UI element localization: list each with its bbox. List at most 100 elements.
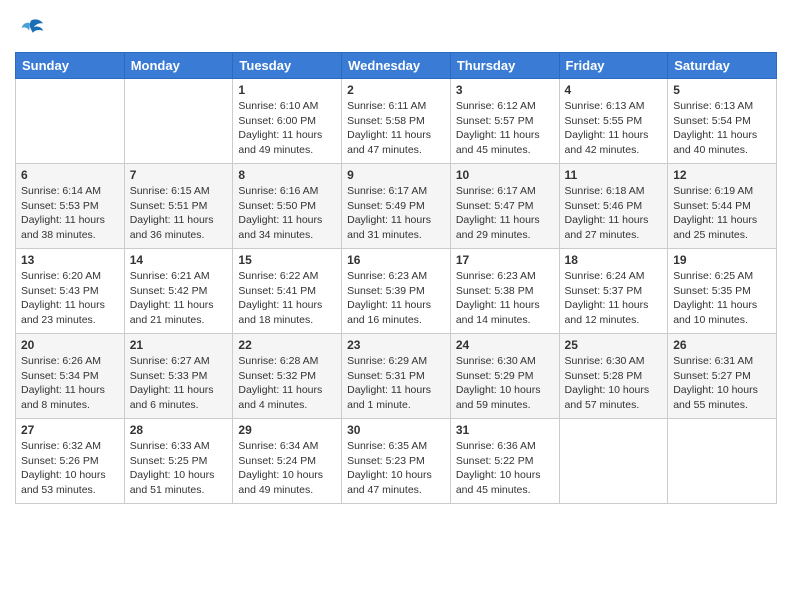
daylight-text: Daylight: 11 hours and 25 minutes. [673,214,757,241]
daylight-text: Daylight: 11 hours and 12 minutes. [565,299,649,326]
cell-content: Sunrise: 6:28 AM Sunset: 5:32 PM Dayligh… [238,354,336,413]
day-number: 11 [565,168,663,182]
calendar-cell: 3 Sunrise: 6:12 AM Sunset: 5:57 PM Dayli… [450,79,559,164]
sunset-text: Sunset: 5:38 PM [456,285,534,297]
daylight-text: Daylight: 11 hours and 29 minutes. [456,214,540,241]
cell-content: Sunrise: 6:10 AM Sunset: 6:00 PM Dayligh… [238,99,336,158]
calendar-cell: 21 Sunrise: 6:27 AM Sunset: 5:33 PM Dayl… [124,334,233,419]
cell-content: Sunrise: 6:17 AM Sunset: 5:47 PM Dayligh… [456,184,554,243]
day-number: 5 [673,83,771,97]
sunrise-text: Sunrise: 6:12 AM [456,100,536,112]
daylight-text: Daylight: 11 hours and 49 minutes. [238,129,322,156]
sunset-text: Sunset: 5:53 PM [21,200,99,212]
calendar-cell: 19 Sunrise: 6:25 AM Sunset: 5:35 PM Dayl… [668,249,777,334]
sunrise-text: Sunrise: 6:10 AM [238,100,318,112]
cell-content: Sunrise: 6:35 AM Sunset: 5:23 PM Dayligh… [347,439,445,498]
sunrise-text: Sunrise: 6:30 AM [456,355,536,367]
sunrise-text: Sunrise: 6:22 AM [238,270,318,282]
sunrise-text: Sunrise: 6:17 AM [347,185,427,197]
calendar-day-header: Friday [559,53,668,79]
daylight-text: Daylight: 11 hours and 34 minutes. [238,214,322,241]
daylight-text: Daylight: 10 hours and 45 minutes. [456,469,541,496]
cell-content: Sunrise: 6:11 AM Sunset: 5:58 PM Dayligh… [347,99,445,158]
sunrise-text: Sunrise: 6:30 AM [565,355,645,367]
calendar-week-row: 13 Sunrise: 6:20 AM Sunset: 5:43 PM Dayl… [16,249,777,334]
daylight-text: Daylight: 11 hours and 23 minutes. [21,299,105,326]
sunrise-text: Sunrise: 6:28 AM [238,355,318,367]
daylight-text: Daylight: 11 hours and 4 minutes. [238,384,322,411]
sunset-text: Sunset: 5:24 PM [238,455,316,467]
cell-content: Sunrise: 6:33 AM Sunset: 5:25 PM Dayligh… [130,439,228,498]
calendar-day-header: Wednesday [342,53,451,79]
cell-content: Sunrise: 6:12 AM Sunset: 5:57 PM Dayligh… [456,99,554,158]
calendar-cell: 29 Sunrise: 6:34 AM Sunset: 5:24 PM Dayl… [233,419,342,504]
calendar-cell: 23 Sunrise: 6:29 AM Sunset: 5:31 PM Dayl… [342,334,451,419]
daylight-text: Daylight: 11 hours and 8 minutes. [21,384,105,411]
sunrise-text: Sunrise: 6:21 AM [130,270,210,282]
calendar-cell [668,419,777,504]
day-number: 25 [565,338,663,352]
logo [15,16,45,44]
daylight-text: Daylight: 11 hours and 6 minutes. [130,384,214,411]
daylight-text: Daylight: 11 hours and 38 minutes. [21,214,105,241]
sunrise-text: Sunrise: 6:25 AM [673,270,753,282]
day-number: 17 [456,253,554,267]
cell-content: Sunrise: 6:21 AM Sunset: 5:42 PM Dayligh… [130,269,228,328]
calendar-cell: 15 Sunrise: 6:22 AM Sunset: 5:41 PM Dayl… [233,249,342,334]
sunrise-text: Sunrise: 6:19 AM [673,185,753,197]
sunset-text: Sunset: 6:00 PM [238,115,316,127]
day-number: 2 [347,83,445,97]
daylight-text: Daylight: 11 hours and 21 minutes. [130,299,214,326]
cell-content: Sunrise: 6:30 AM Sunset: 5:29 PM Dayligh… [456,354,554,413]
calendar-week-row: 20 Sunrise: 6:26 AM Sunset: 5:34 PM Dayl… [16,334,777,419]
daylight-text: Daylight: 11 hours and 45 minutes. [456,129,540,156]
calendar-cell: 12 Sunrise: 6:19 AM Sunset: 5:44 PM Dayl… [668,164,777,249]
cell-content: Sunrise: 6:17 AM Sunset: 5:49 PM Dayligh… [347,184,445,243]
cell-content: Sunrise: 6:31 AM Sunset: 5:27 PM Dayligh… [673,354,771,413]
cell-content: Sunrise: 6:25 AM Sunset: 5:35 PM Dayligh… [673,269,771,328]
daylight-text: Daylight: 11 hours and 27 minutes. [565,214,649,241]
day-number: 10 [456,168,554,182]
sunset-text: Sunset: 5:44 PM [673,200,751,212]
day-number: 19 [673,253,771,267]
calendar-week-row: 27 Sunrise: 6:32 AM Sunset: 5:26 PM Dayl… [16,419,777,504]
calendar-day-header: Sunday [16,53,125,79]
sunset-text: Sunset: 5:29 PM [456,370,534,382]
calendar-cell: 28 Sunrise: 6:33 AM Sunset: 5:25 PM Dayl… [124,419,233,504]
sunset-text: Sunset: 5:47 PM [456,200,534,212]
calendar-cell: 27 Sunrise: 6:32 AM Sunset: 5:26 PM Dayl… [16,419,125,504]
cell-content: Sunrise: 6:13 AM Sunset: 5:54 PM Dayligh… [673,99,771,158]
day-number: 29 [238,423,336,437]
sunrise-text: Sunrise: 6:31 AM [673,355,753,367]
calendar-cell: 14 Sunrise: 6:21 AM Sunset: 5:42 PM Dayl… [124,249,233,334]
day-number: 27 [21,423,119,437]
daylight-text: Daylight: 11 hours and 36 minutes. [130,214,214,241]
cell-content: Sunrise: 6:20 AM Sunset: 5:43 PM Dayligh… [21,269,119,328]
sunset-text: Sunset: 5:31 PM [347,370,425,382]
sunset-text: Sunset: 5:43 PM [21,285,99,297]
sunrise-text: Sunrise: 6:32 AM [21,440,101,452]
sunset-text: Sunset: 5:22 PM [456,455,534,467]
sunset-text: Sunset: 5:25 PM [130,455,208,467]
cell-content: Sunrise: 6:13 AM Sunset: 5:55 PM Dayligh… [565,99,663,158]
daylight-text: Daylight: 10 hours and 57 minutes. [565,384,650,411]
sunrise-text: Sunrise: 6:17 AM [456,185,536,197]
day-number: 6 [21,168,119,182]
calendar-cell: 5 Sunrise: 6:13 AM Sunset: 5:54 PM Dayli… [668,79,777,164]
sunset-text: Sunset: 5:42 PM [130,285,208,297]
day-number: 3 [456,83,554,97]
day-number: 21 [130,338,228,352]
day-number: 18 [565,253,663,267]
cell-content: Sunrise: 6:36 AM Sunset: 5:22 PM Dayligh… [456,439,554,498]
calendar-cell: 26 Sunrise: 6:31 AM Sunset: 5:27 PM Dayl… [668,334,777,419]
daylight-text: Daylight: 11 hours and 31 minutes. [347,214,431,241]
day-number: 22 [238,338,336,352]
day-number: 13 [21,253,119,267]
daylight-text: Daylight: 11 hours and 16 minutes. [347,299,431,326]
sunset-text: Sunset: 5:37 PM [565,285,643,297]
calendar-cell: 31 Sunrise: 6:36 AM Sunset: 5:22 PM Dayl… [450,419,559,504]
sunset-text: Sunset: 5:55 PM [565,115,643,127]
daylight-text: Daylight: 10 hours and 51 minutes. [130,469,215,496]
calendar-week-row: 1 Sunrise: 6:10 AM Sunset: 6:00 PM Dayli… [16,79,777,164]
sunrise-text: Sunrise: 6:13 AM [565,100,645,112]
